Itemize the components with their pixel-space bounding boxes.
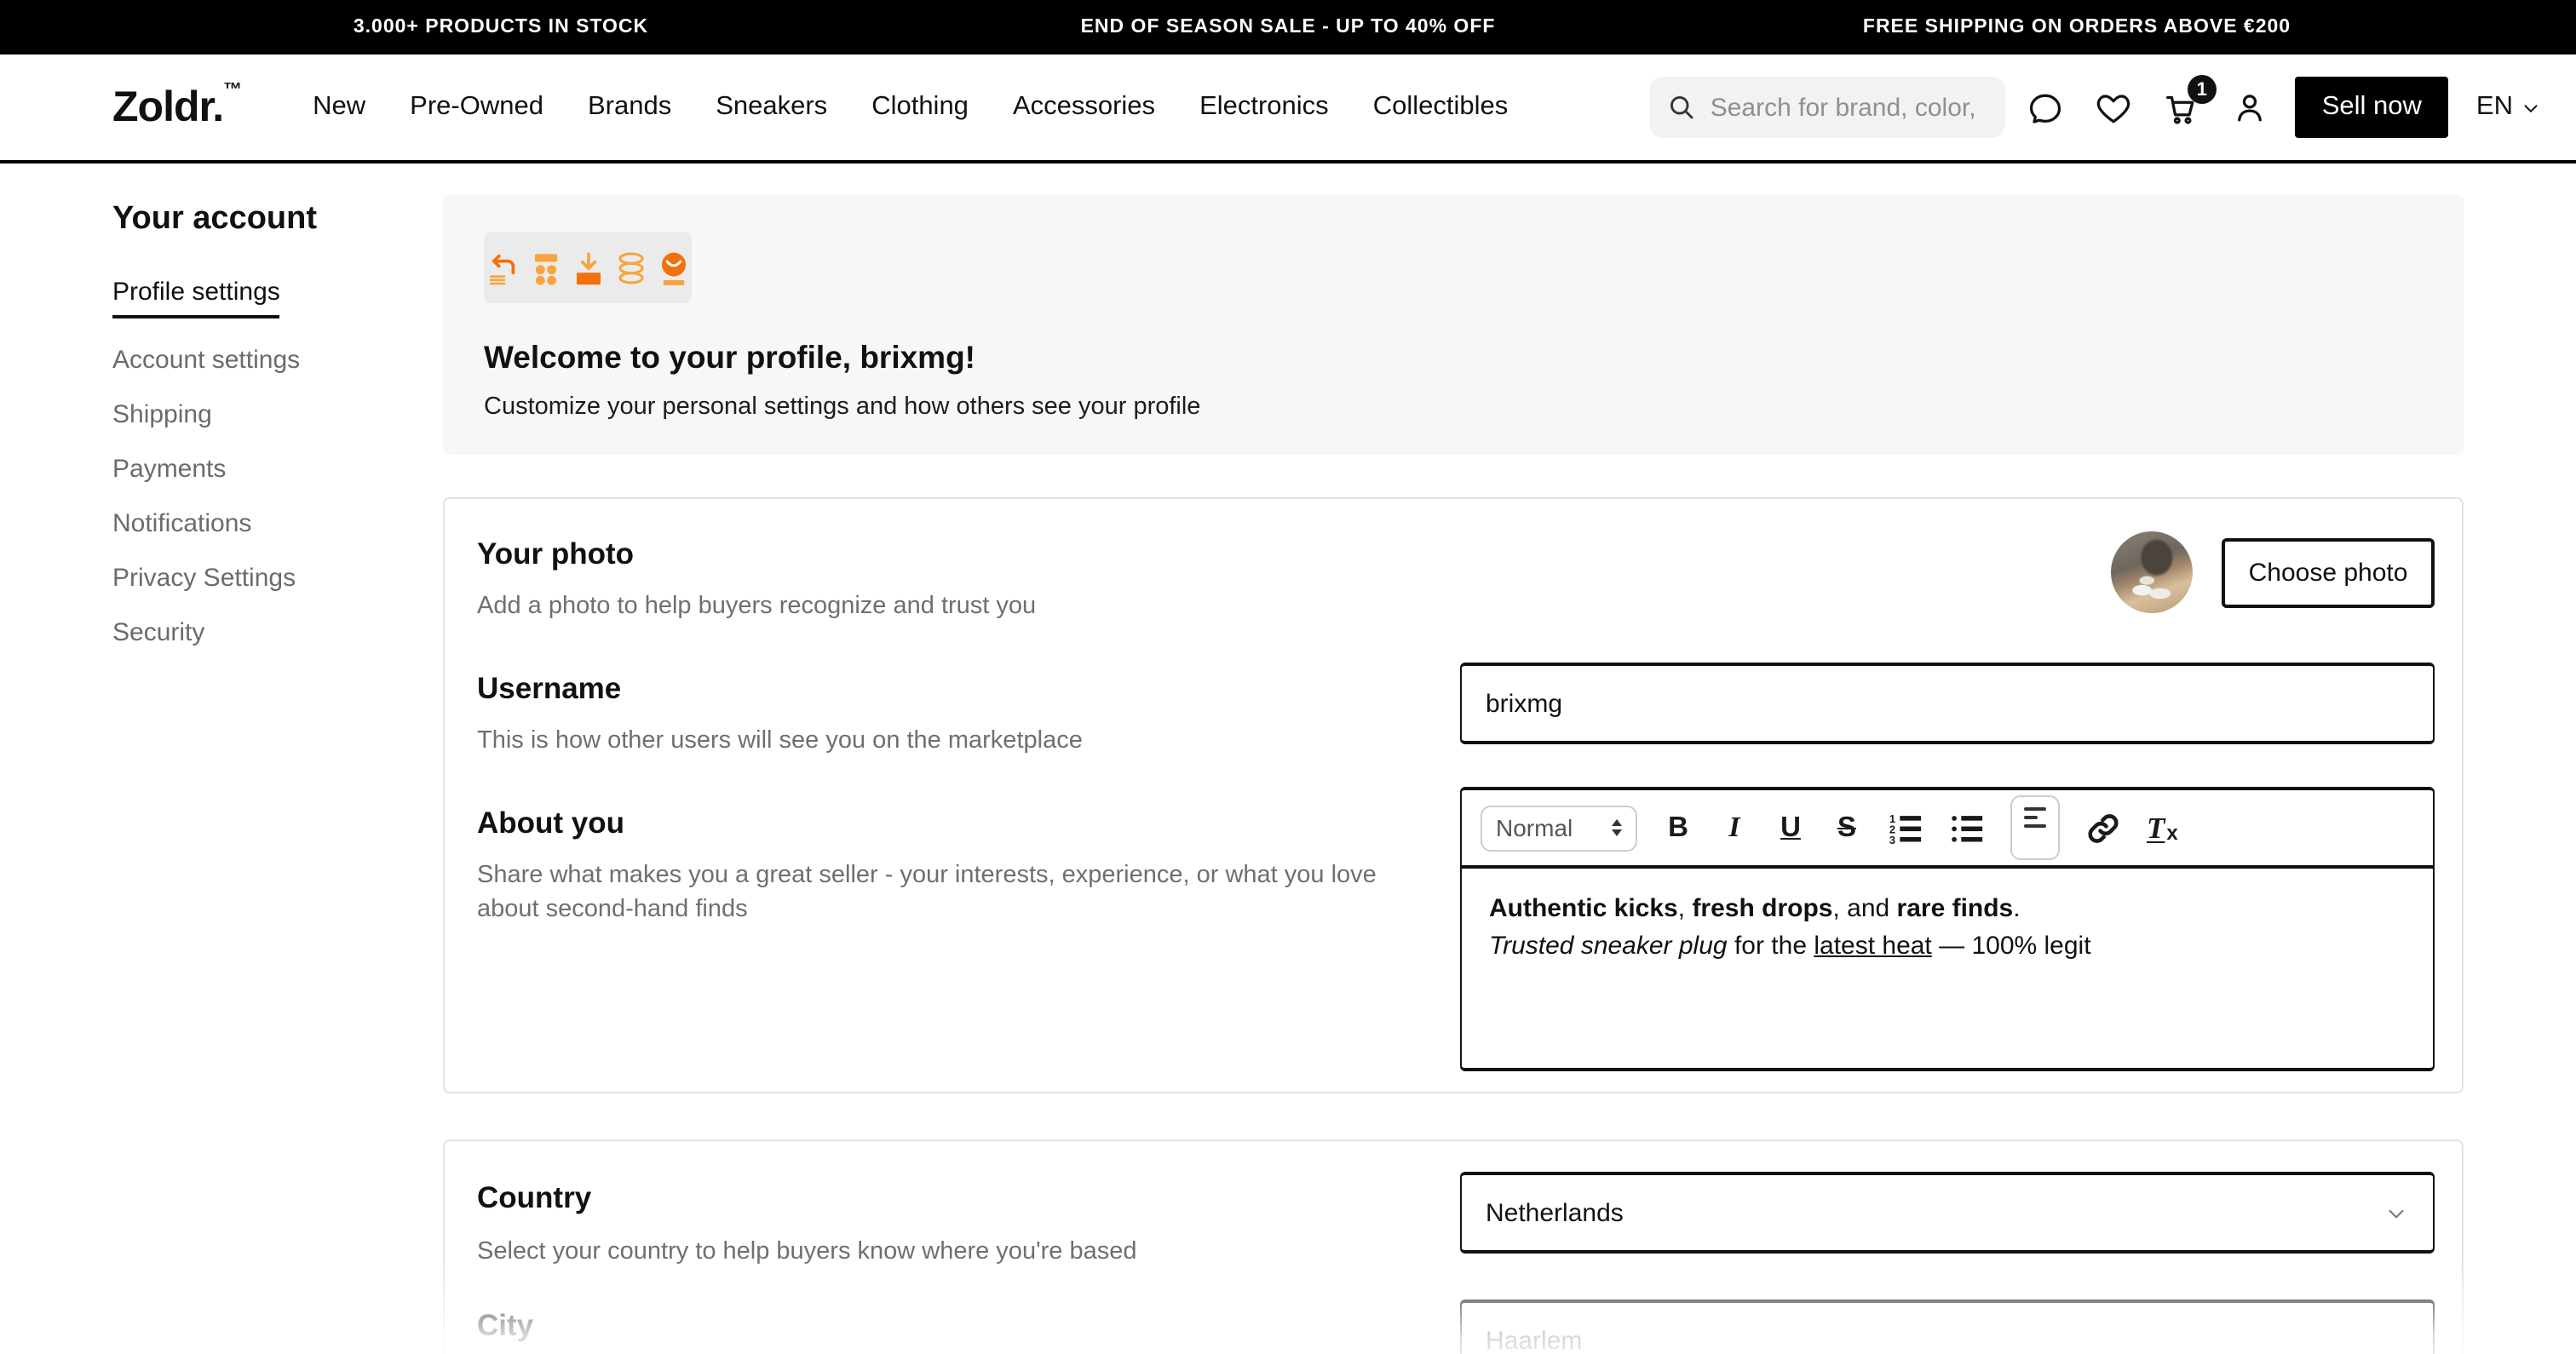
country-select[interactable]: Netherlands <box>1460 1172 2435 1254</box>
username-subtitle: This is how other users will see you on … <box>477 724 1431 758</box>
promo-message: END OF SEASON SALE - UP TO 40% OFF <box>1081 17 1496 37</box>
wishlist-heart-icon <box>2095 88 2134 127</box>
sidebar-item-payments[interactable]: Payments <box>112 456 419 482</box>
promo-bar: 3.000+ PRODUCTS IN STOCK END OF SEASON S… <box>0 0 2576 55</box>
decorative-icon-strip <box>484 232 692 303</box>
nav-item-sneakers[interactable]: Sneakers <box>716 92 827 123</box>
about-line-1: Authentic kicks, fresh drops, and rare f… <box>1489 891 2406 927</box>
account-sidebar: Your account Profile settings Account se… <box>112 201 419 674</box>
city-title: City <box>477 1308 533 1344</box>
abacus-shapes-icon <box>527 250 563 285</box>
welcome-subtitle: Customize your personal settings and how… <box>484 393 2423 421</box>
sidebar-item-profile-settings[interactable]: Profile settings <box>112 279 419 318</box>
location-settings-card: Country Select your country to help buye… <box>443 1139 2464 1354</box>
chevron-down-icon <box>2383 1200 2409 1225</box>
nav-item-collectibles[interactable]: Collectibles <box>1373 92 1509 123</box>
wishlist-button[interactable] <box>2094 87 2135 128</box>
clear-format-button[interactable]: Tx <box>2147 806 2178 850</box>
sell-now-button[interactable]: Sell now <box>2295 77 2449 138</box>
chat-icon <box>2027 88 2066 127</box>
username-title: Username <box>477 671 621 707</box>
about-title: About you <box>477 806 624 841</box>
cart-badge: 1 <box>2188 75 2217 104</box>
account-button[interactable] <box>2230 87 2271 128</box>
country-title: Country <box>477 1180 591 1216</box>
svg-text:3: 3 <box>1889 833 1895 846</box>
format-selector[interactable]: Normal <box>1481 805 1637 851</box>
nav-item-accessories[interactable]: Accessories <box>1013 92 1155 123</box>
header: Zoldr.™ New Pre-Owned Brands Sneakers Cl… <box>0 55 2576 164</box>
welcome-title: Welcome to your profile, brixmg! <box>484 339 2423 376</box>
sidebar-item-notifications[interactable]: Notifications <box>112 511 419 536</box>
nav-item-electronics[interactable]: Electronics <box>1199 92 1329 123</box>
sidebar-item-shipping[interactable]: Shipping <box>112 402 419 427</box>
account-icon <box>2231 88 2270 127</box>
header-icons: 1 <box>2026 87 2271 128</box>
ordered-list-icon: 1 2 3 <box>1888 810 1923 846</box>
search-box[interactable] <box>1649 77 2005 138</box>
strikethrough-button[interactable]: S <box>1831 806 1862 850</box>
sidebar-title: Your account <box>112 201 419 238</box>
spiral-coil-icon <box>612 250 648 285</box>
choose-photo-button[interactable]: Choose photo <box>2222 538 2435 608</box>
align-button[interactable] <box>2010 795 2060 860</box>
city-input[interactable] <box>1460 1299 2435 1354</box>
chat-button[interactable] <box>2026 87 2067 128</box>
main-nav: New Pre-Owned Brands Sneakers Clothing A… <box>313 92 1508 123</box>
link-icon <box>2085 810 2121 846</box>
welcome-banner: Welcome to your profile, brixmg! Customi… <box>443 194 2464 455</box>
italic-button[interactable]: I <box>1719 806 1750 850</box>
download-arrow-icon <box>570 250 606 285</box>
language-label: EN <box>2476 92 2513 123</box>
bold-button[interactable]: B <box>1663 806 1693 850</box>
page: 3.000+ PRODUCTS IN STOCK END OF SEASON S… <box>0 0 2576 1354</box>
trademark-symbol: ™ <box>223 79 241 100</box>
link-button[interactable] <box>2085 806 2121 850</box>
main-content: Welcome to your profile, brixmg! Customi… <box>443 164 2464 1354</box>
chevron-down-icon <box>2520 96 2542 118</box>
sidebar-item-security[interactable]: Security <box>112 620 419 645</box>
return-arrow-icon <box>485 250 520 285</box>
promo-message: FREE SHIPPING ON ORDERS ABOVE €200 <box>1863 17 2291 37</box>
brand-logo[interactable]: Zoldr.™ <box>112 83 241 132</box>
language-switcher[interactable]: EN <box>2476 92 2542 123</box>
align-icon <box>2024 807 2046 811</box>
underline-button[interactable]: U <box>1775 806 1806 850</box>
nav-item-brands[interactable]: Brands <box>588 92 671 123</box>
nav-item-pre-owned[interactable]: Pre-Owned <box>410 92 543 123</box>
photo-section-title: Your photo <box>477 536 634 572</box>
nav-item-new[interactable]: New <box>313 92 365 123</box>
sidebar-item-account-settings[interactable]: Account settings <box>112 347 419 373</box>
editor-toolbar: Normal B I U S 1 2 3 <box>1462 790 2433 869</box>
ordered-list-button[interactable]: 1 2 3 <box>1888 806 1923 850</box>
country-value: Netherlands <box>1486 1198 1624 1227</box>
profile-avatar[interactable] <box>2111 531 2193 613</box>
about-subtitle: Share what makes you a great seller - yo… <box>477 858 1435 927</box>
bullet-list-button[interactable] <box>1949 806 1985 850</box>
search-icon <box>1666 92 1697 123</box>
about-text-area[interactable]: Authentic kicks, fresh drops, and rare f… <box>1462 869 2433 986</box>
search-input[interactable] <box>1711 93 1983 122</box>
sidebar-item-privacy-settings[interactable]: Privacy Settings <box>112 565 419 591</box>
updown-arrows-icon <box>1612 819 1622 836</box>
cart-button[interactable]: 1 <box>2162 87 2203 128</box>
nav-item-clothing[interactable]: Clothing <box>871 92 969 123</box>
about-rich-text-editor: Normal B I U S 1 2 3 <box>1460 787 2435 1071</box>
username-input[interactable] <box>1460 663 2435 744</box>
photo-section-subtitle: Add a photo to help buyers recognize and… <box>477 589 1431 623</box>
bullet-list-icon <box>1949 810 1985 846</box>
profile-settings-card: Your photo Add a photo to help buyers re… <box>443 497 2464 1093</box>
smiley-ball-icon <box>655 250 691 285</box>
about-line-2: Trusted sneaker plug for the latest heat… <box>1489 927 2406 964</box>
country-subtitle: Select your country to help buyers know … <box>477 1235 1431 1269</box>
promo-message: 3.000+ PRODUCTS IN STOCK <box>354 17 648 37</box>
